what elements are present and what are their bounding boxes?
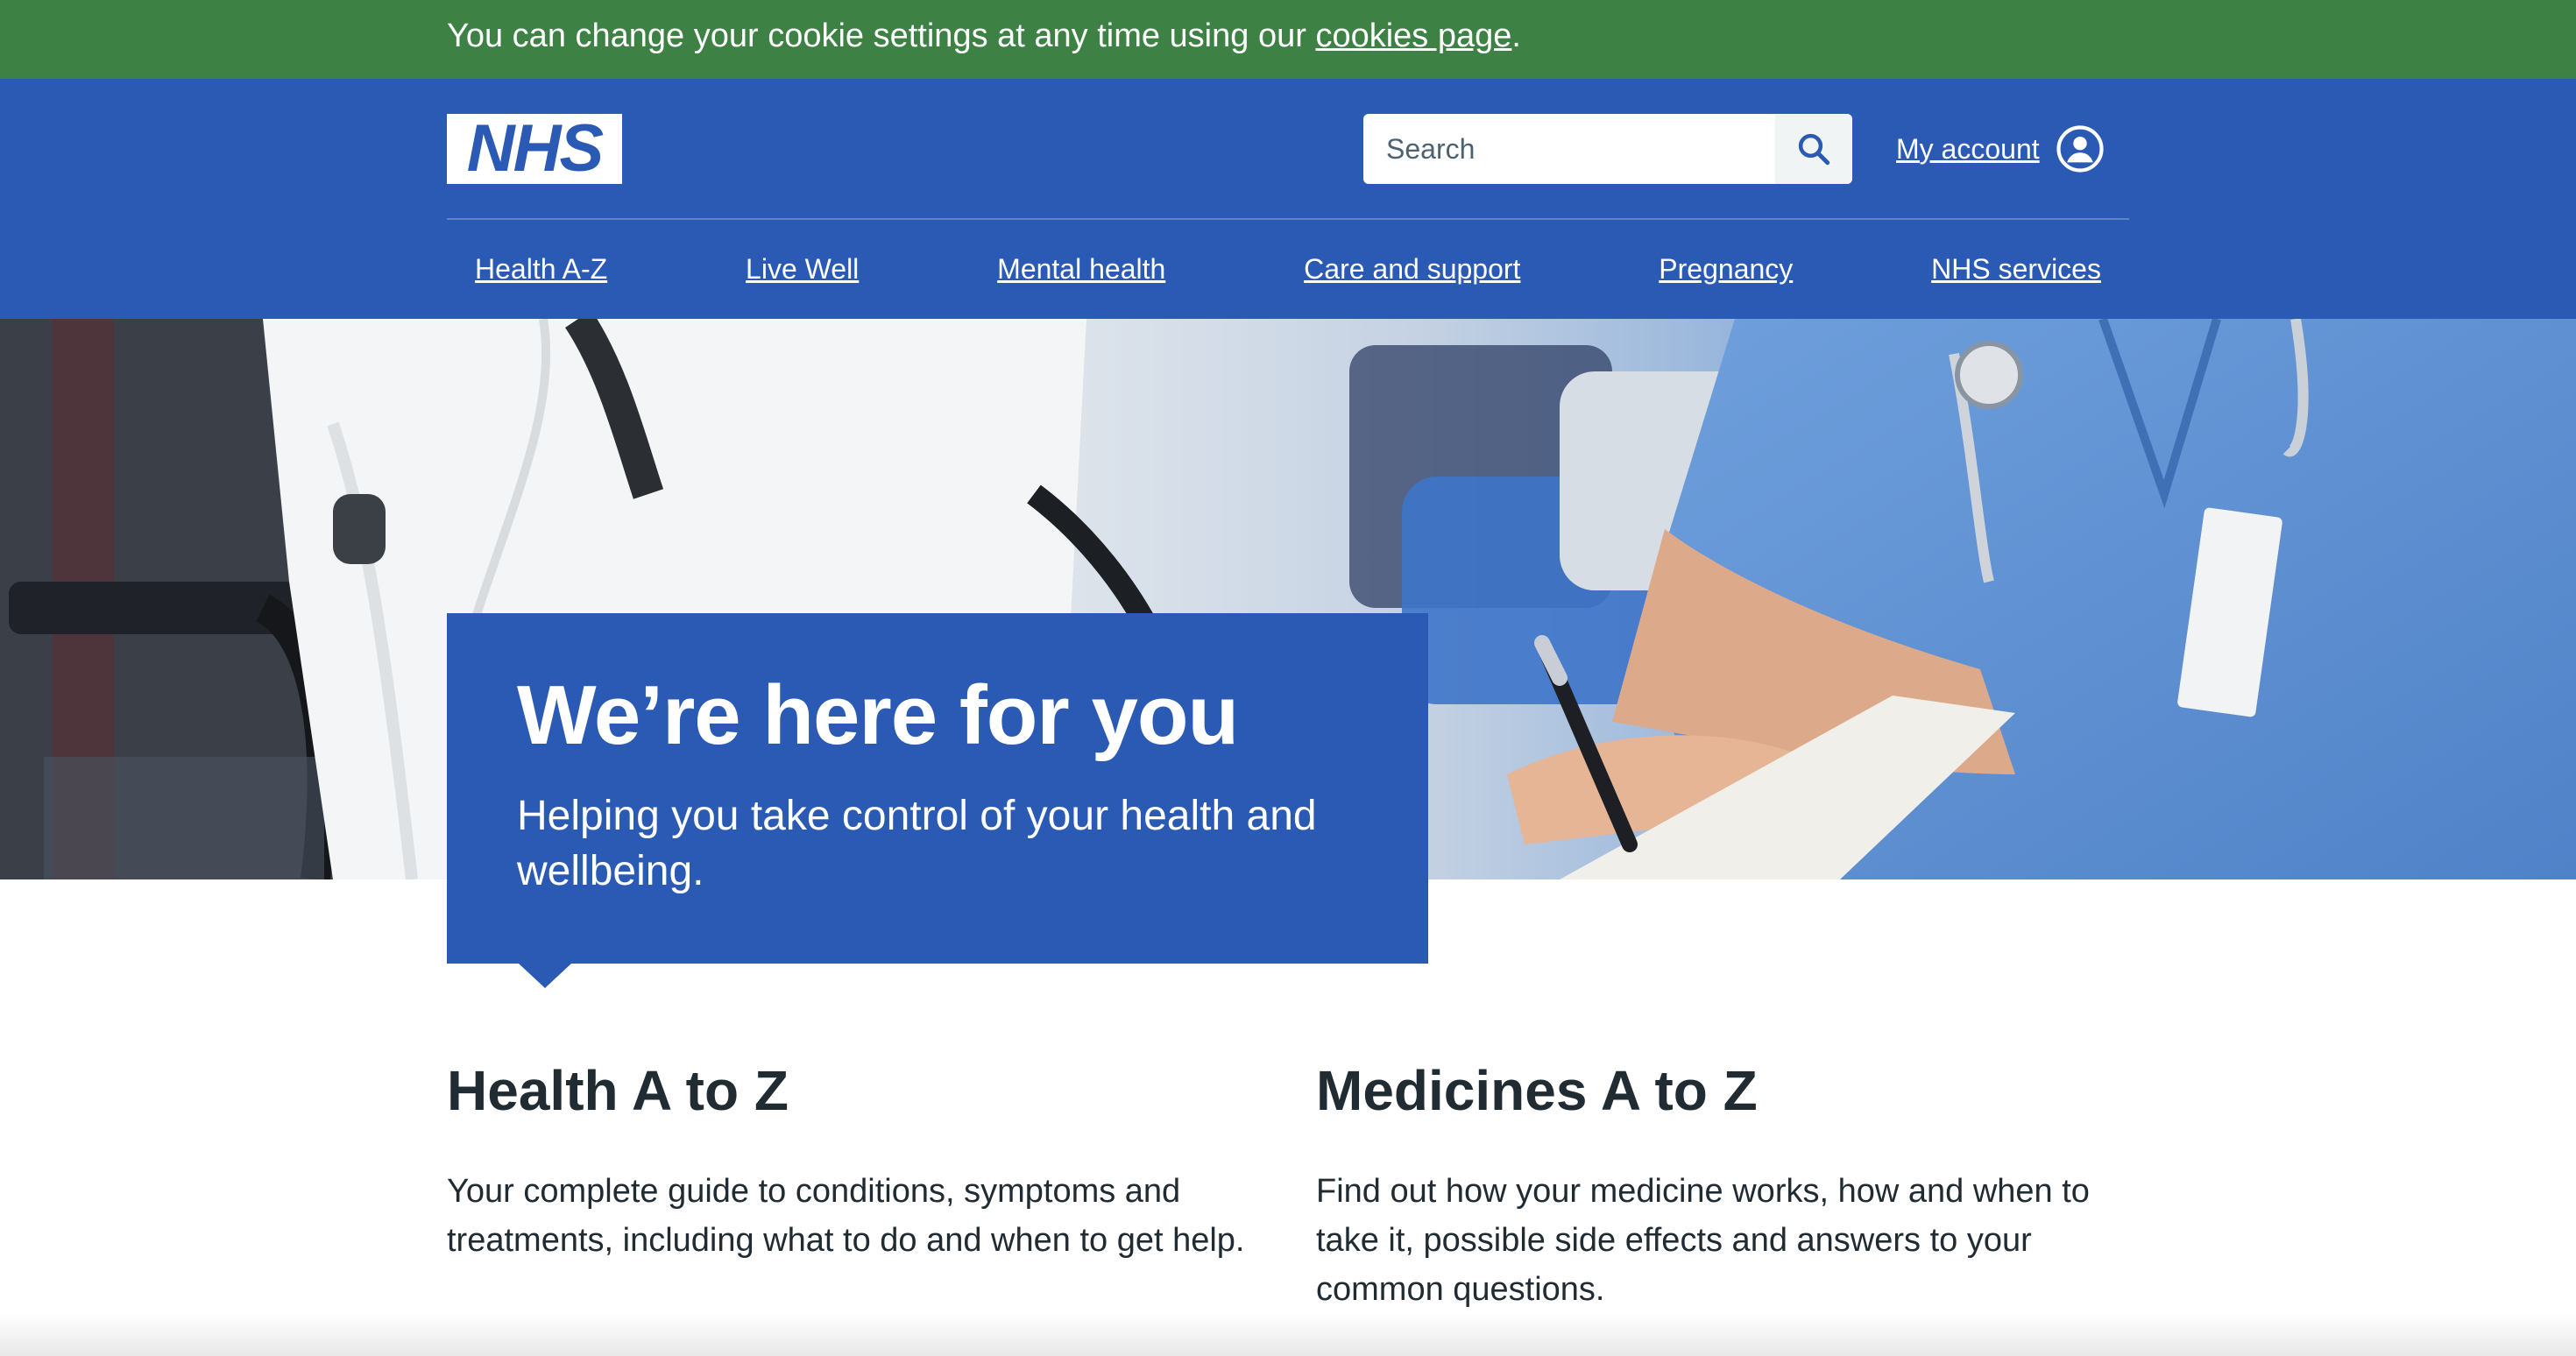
nav-link-pregnancy[interactable]: Pregnancy — [1659, 253, 1793, 286]
hero-callout-pointer — [519, 964, 571, 988]
health-a-to-z-section: Health A to Z Your complete guide to con… — [447, 1060, 1253, 1265]
nav-link-live-well[interactable]: Live Well — [746, 253, 859, 286]
search-button[interactable] — [1775, 114, 1852, 184]
cookie-message: You can change your cookie settings at a… — [447, 18, 1521, 55]
hero-callout: We’re here for you Helping you take cont… — [447, 613, 1428, 964]
health-a-to-z-heading[interactable]: Health A to Z — [447, 1060, 1253, 1122]
site-header: NHS My account Health A-Z Live Well Ment… — [0, 79, 2576, 319]
search-input[interactable] — [1363, 114, 1773, 184]
medicines-a-to-z-section: Medicines A to Z Find out how your medic… — [1316, 1060, 2122, 1314]
medicines-a-to-z-description: Find out how your medicine works, how an… — [1316, 1173, 2090, 1309]
my-account: My account — [1896, 124, 2105, 173]
nav-link-nhs-services[interactable]: NHS services — [1931, 253, 2101, 286]
my-account-link[interactable]: My account — [1896, 133, 2040, 166]
nav-link-care-and-support[interactable]: Care and support — [1304, 253, 1520, 286]
cookies-page-link[interactable]: cookies page — [1315, 18, 1511, 54]
user-circle-icon[interactable] — [2056, 124, 2105, 173]
bottom-edge-shadow — [0, 1312, 2576, 1356]
hero-subtitle: Helping you take control of your health … — [517, 792, 1317, 894]
hero-title: We’re here for you — [517, 668, 1239, 762]
nhs-logo-text: NHS — [466, 111, 604, 186]
search-icon — [1798, 133, 1830, 166]
nav-link-mental-health[interactable]: Mental health — [997, 253, 1165, 286]
cookie-text: You can change your cookie settings at a… — [447, 18, 1316, 54]
nav-link-health-a-z[interactable]: Health A-Z — [475, 253, 607, 286]
primary-navigation: Health A-Z Live Well Mental health Care … — [447, 220, 2129, 319]
cookie-suffix: . — [1511, 18, 1521, 54]
nhs-logo[interactable]: NHS — [447, 114, 622, 184]
health-a-to-z-description: Your complete guide to conditions, sympt… — [447, 1173, 1245, 1260]
medicines-a-to-z-heading[interactable]: Medicines A to Z — [1316, 1060, 2122, 1122]
search-form — [1363, 114, 1852, 184]
cookie-banner: You can change your cookie settings at a… — [0, 0, 2576, 79]
